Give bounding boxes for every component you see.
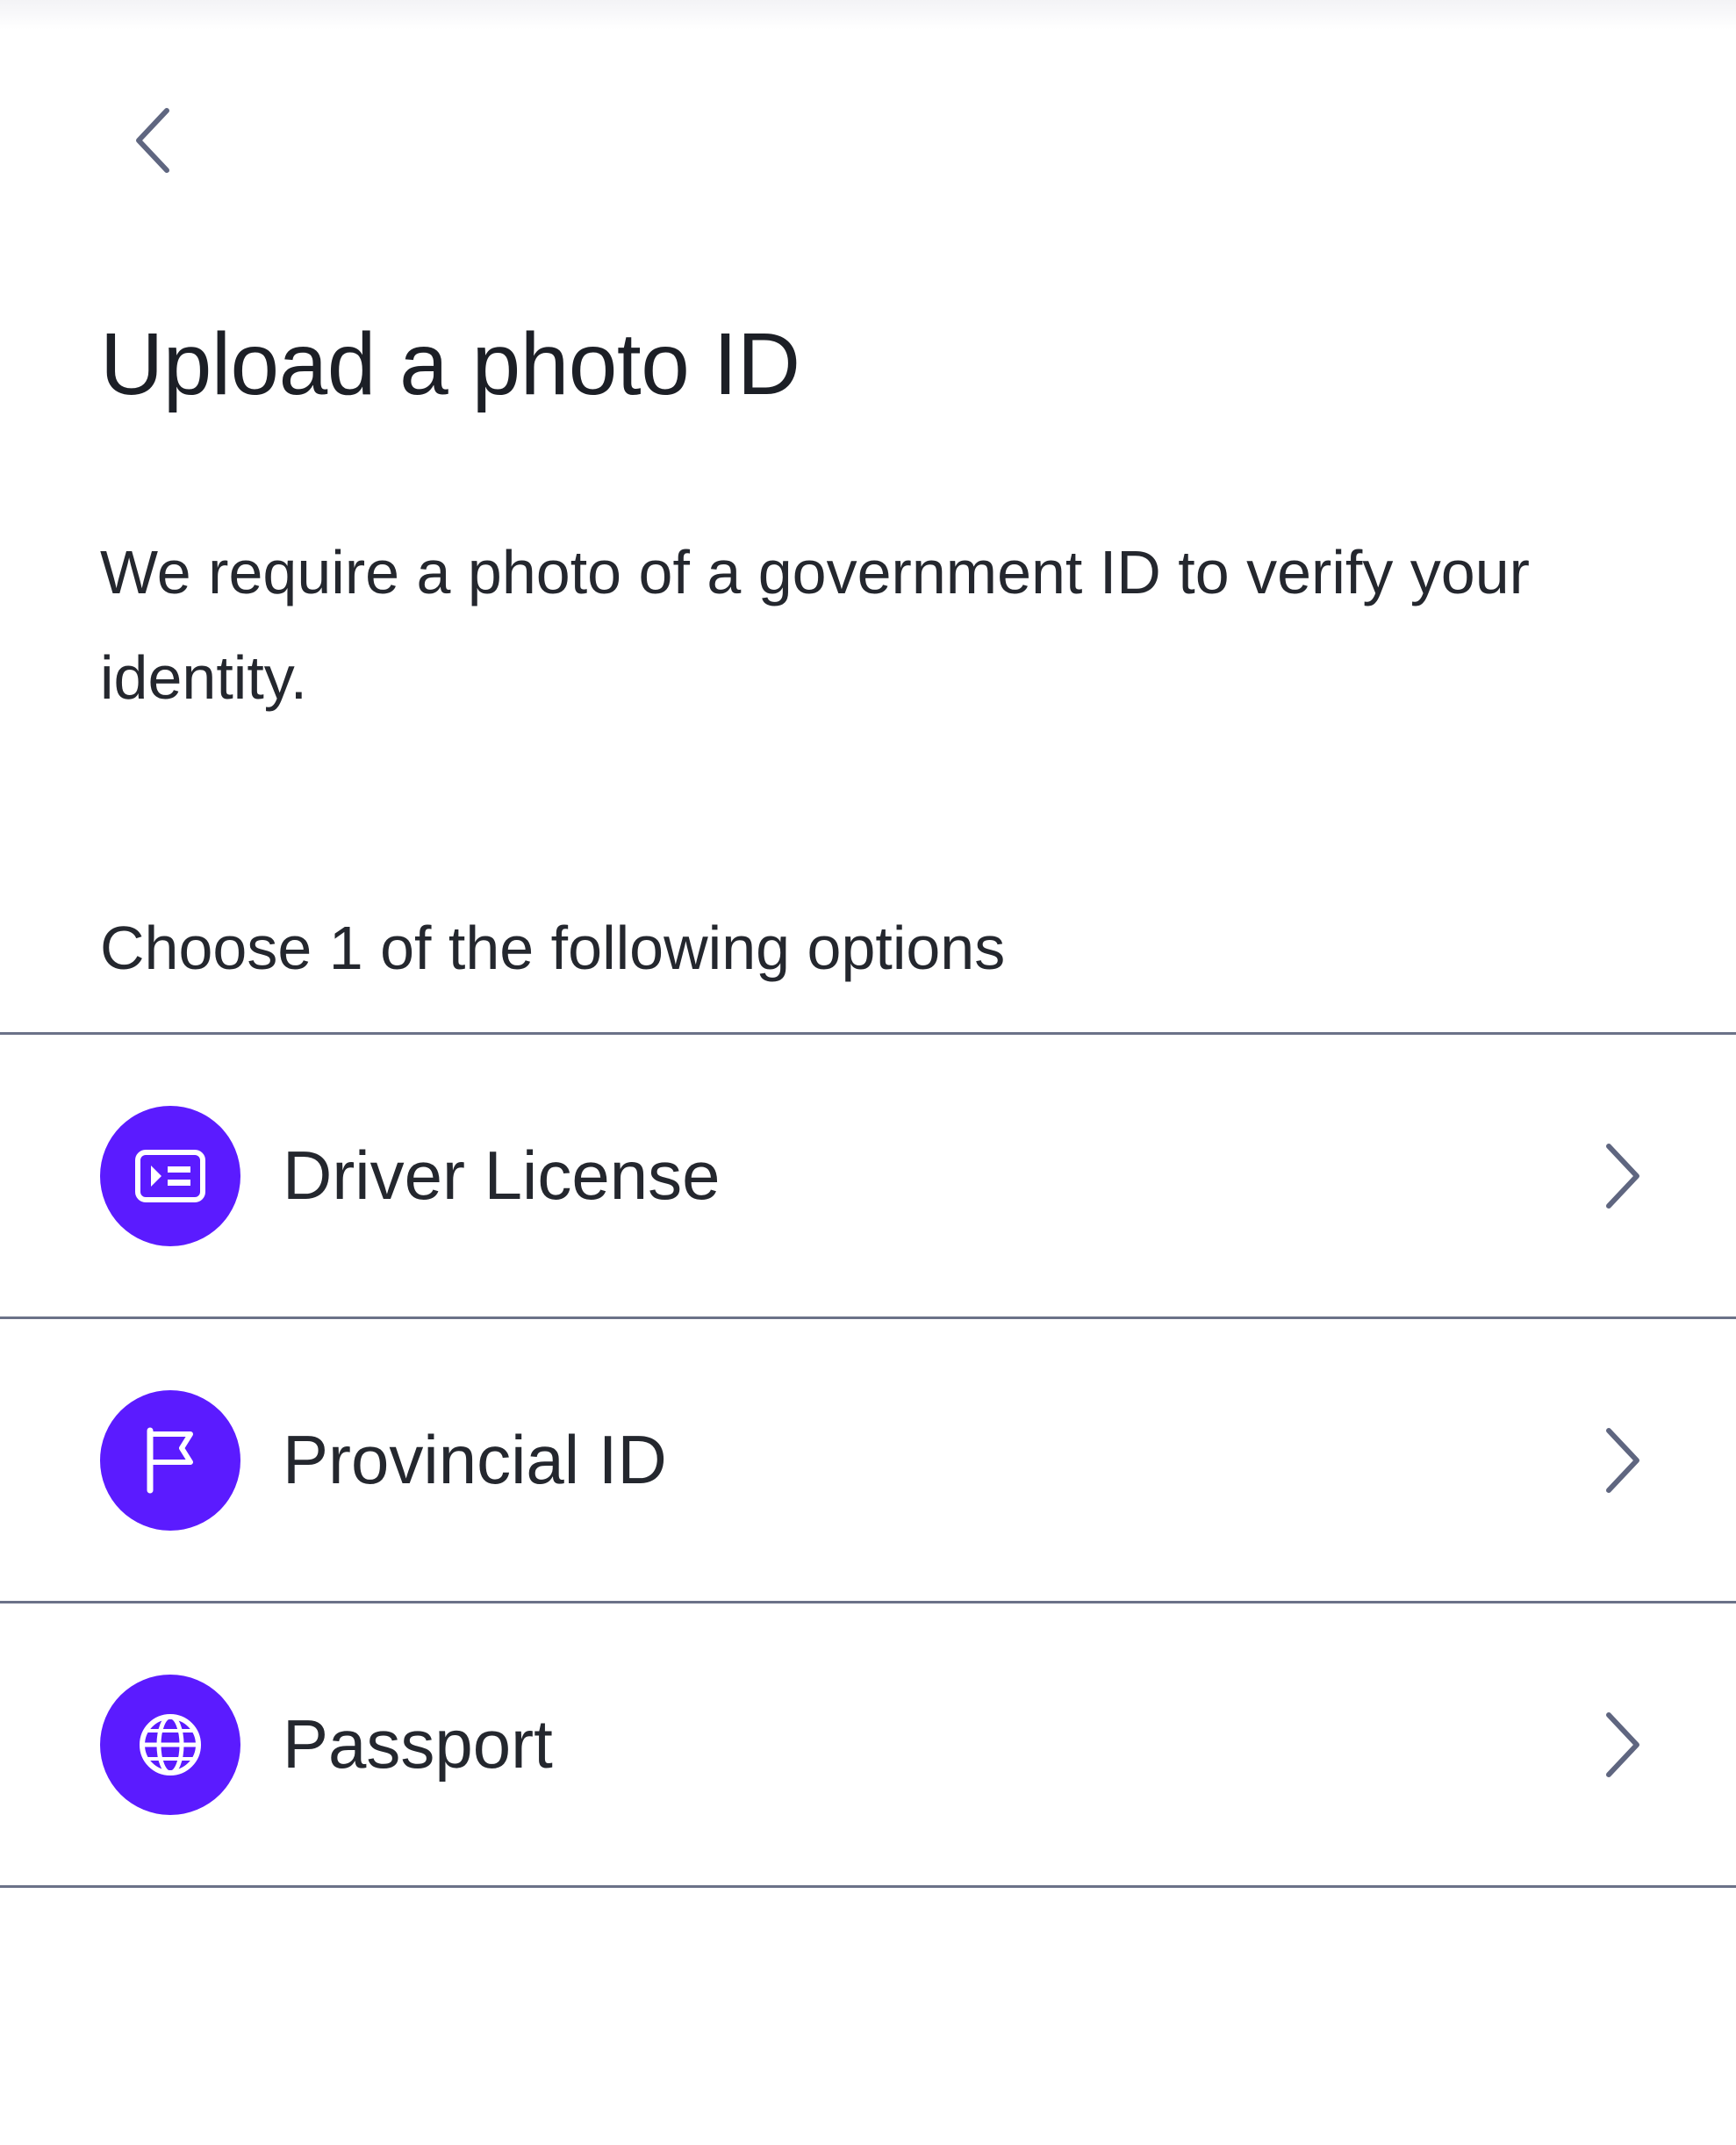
option-driver-license[interactable]: Driver License: [0, 1035, 1736, 1319]
options-label: Choose 1 of the following options: [100, 914, 1006, 982]
back-button[interactable]: [123, 101, 184, 180]
option-label: Driver License: [283, 1137, 721, 1214]
option-provincial-id[interactable]: Provincial ID: [0, 1319, 1736, 1603]
option-passport[interactable]: Passport: [0, 1603, 1736, 1888]
option-label: Passport: [283, 1705, 553, 1783]
flag-icon: [100, 1389, 240, 1531]
globe-icon: [100, 1674, 240, 1815]
chevron-left-icon: [136, 108, 169, 173]
top-shade: [0, 0, 1736, 30]
page-title: Upload a photo ID: [100, 315, 800, 413]
chevron-right-icon: [1597, 1705, 1646, 1784]
id-card-icon: [100, 1105, 240, 1246]
id-options-list: Driver License Provincial ID Passport: [0, 1032, 1736, 1888]
page-description: We require a photo of a government ID to…: [100, 538, 1530, 712]
chevron-right-icon: [1597, 1137, 1646, 1216]
chevron-right-icon: [1597, 1421, 1646, 1500]
option-label: Provincial ID: [283, 1421, 667, 1498]
